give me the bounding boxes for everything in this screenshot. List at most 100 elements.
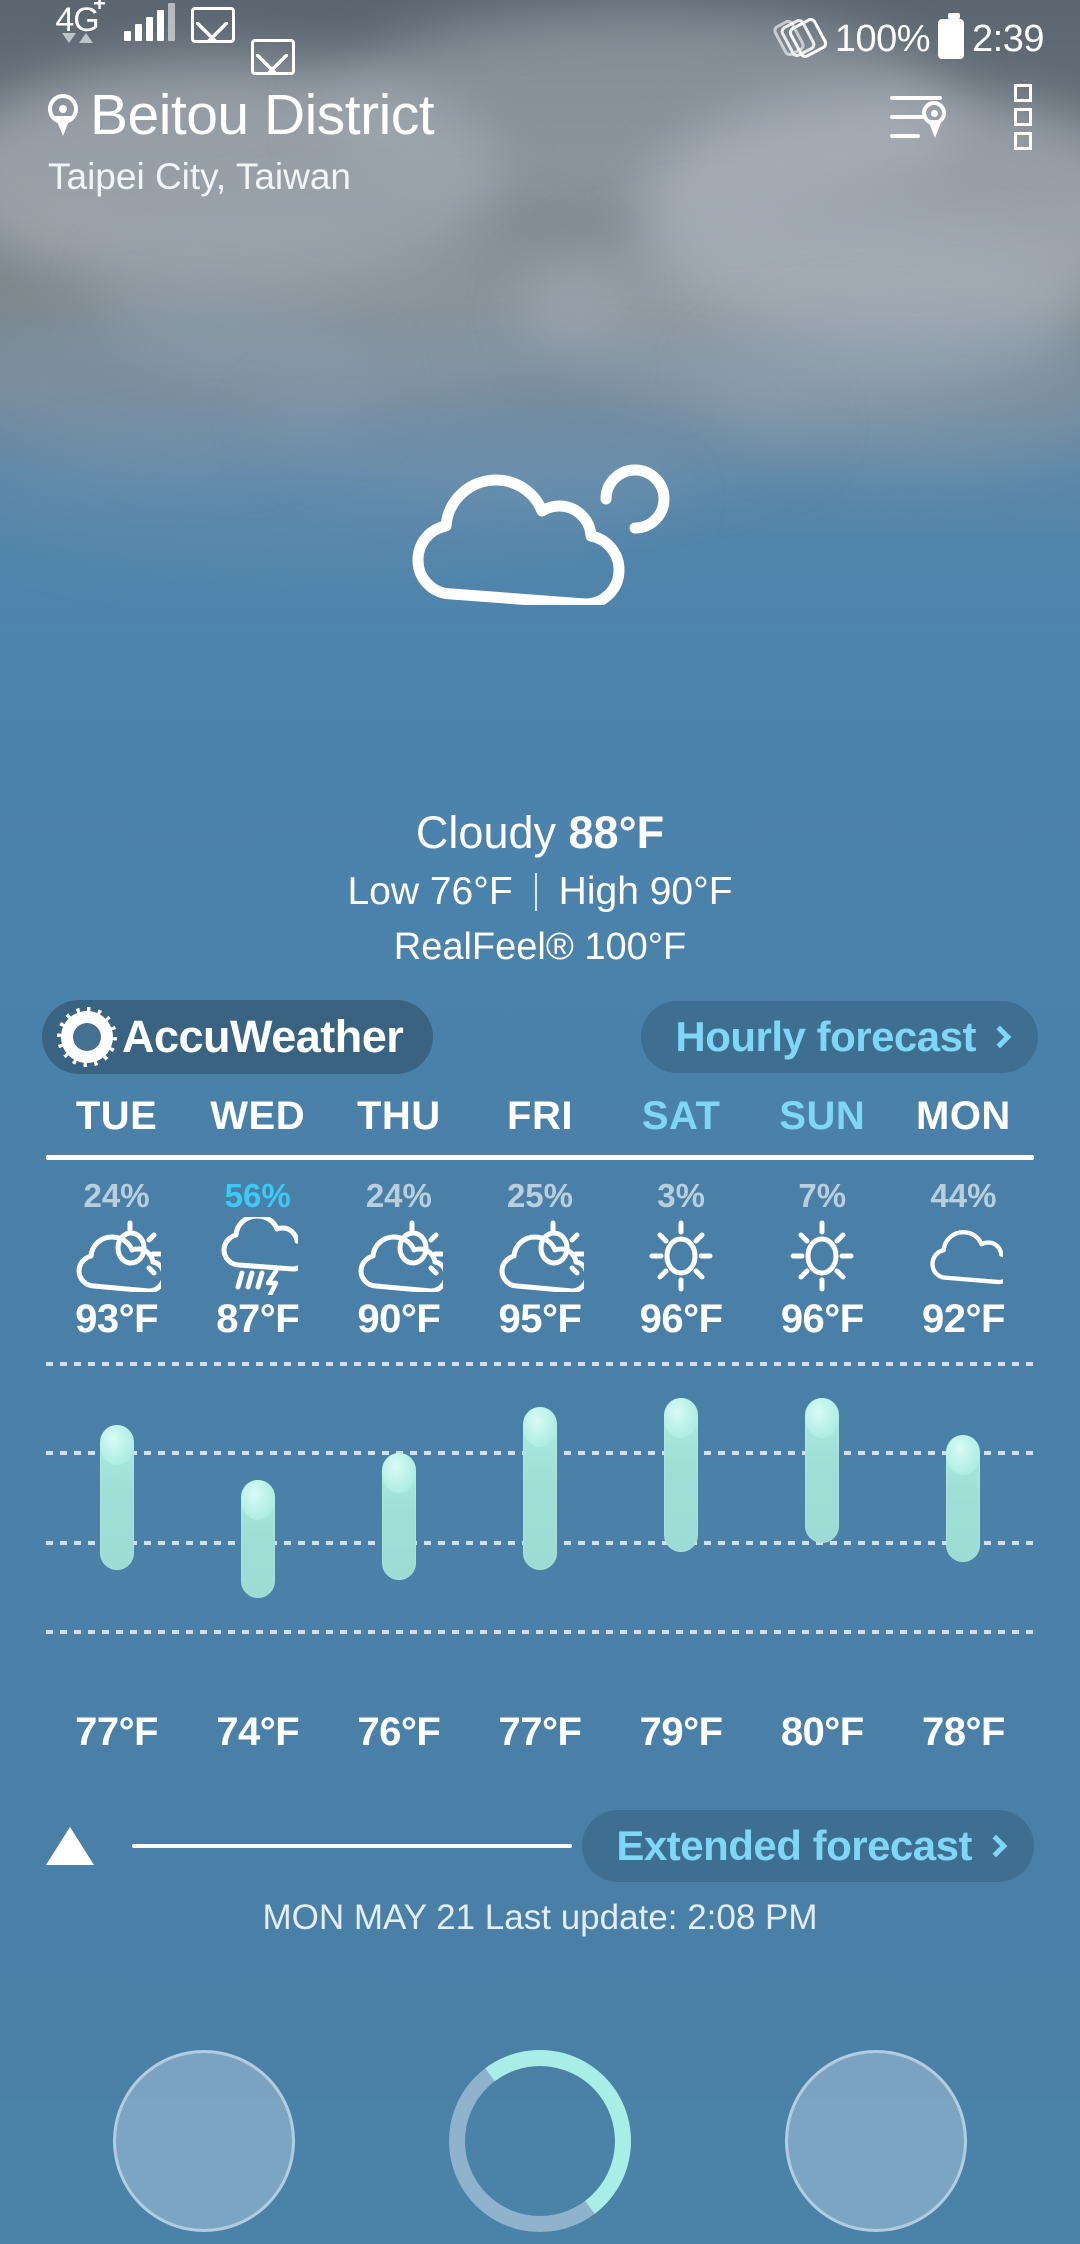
high-label: High 90°F xyxy=(558,870,733,913)
page-title: Beitou District xyxy=(90,83,435,147)
signal-bars-icon xyxy=(124,3,175,41)
seven-day-forecast[interactable]: TUE WED THU FRI SAT SUN MON 24% 56% 24% … xyxy=(0,1090,1080,1346)
day-labels-row: TUE WED THU FRI SAT SUN MON xyxy=(46,1090,1034,1142)
forecast-column[interactable]: WED xyxy=(187,1090,328,1142)
accuweather-attribution[interactable]: AccuWeather xyxy=(42,1000,434,1074)
picture-icon xyxy=(251,39,295,75)
forecast-column[interactable]: FRI xyxy=(469,1090,610,1142)
network-4g-icon: 4G + xyxy=(46,0,108,43)
extended-forecast-button[interactable]: Extended forecast xyxy=(582,1810,1034,1882)
cloudy-icon xyxy=(893,1222,1034,1290)
hourly-forecast-button[interactable]: Hourly forecast xyxy=(641,1001,1038,1073)
weather-icons-row xyxy=(46,1217,1034,1295)
forecast-column: 96°F xyxy=(611,1290,752,1346)
realfeel-label: RealFeel® 100°F xyxy=(393,926,687,968)
picture-icon xyxy=(191,7,235,43)
data-arrows-icon xyxy=(61,33,93,43)
forecast-column xyxy=(328,1220,469,1292)
precipitation-chance: 3% xyxy=(657,1177,705,1214)
forecast-column: 79°F xyxy=(611,1705,752,1759)
forecast-column: 80°F xyxy=(752,1705,893,1759)
forecast-column xyxy=(752,1220,893,1292)
cloudy-icon xyxy=(0,455,1080,605)
hourly-forecast-label: Hourly forecast xyxy=(675,1013,976,1060)
high-temperature: 90°F xyxy=(357,1297,441,1341)
status-clock: 2:39 xyxy=(972,17,1044,60)
forecast-column[interactable]: SUN xyxy=(752,1090,893,1142)
partly-cloudy-icon xyxy=(46,1220,187,1292)
high-temperature: 96°F xyxy=(639,1297,723,1341)
low-temperature: 77°F xyxy=(498,1710,582,1754)
forecast-column: 7% xyxy=(752,1160,893,1220)
forecast-column xyxy=(469,1220,610,1292)
low-temps-row: 77°F 74°F 76°F 77°F 79°F 80°F 78°F xyxy=(46,1705,1034,1759)
partly-cloudy-icon xyxy=(469,1220,610,1292)
extended-forecast-label: Extended forecast xyxy=(616,1822,972,1869)
temperature-range-bar xyxy=(664,1398,698,1552)
status-bar-left: 4G + xyxy=(0,0,295,75)
last-update-label: MON MAY 21 Last update: 2:08 PM xyxy=(262,1898,818,1937)
forecast-column: 44% xyxy=(893,1160,1034,1220)
widget-circle-right[interactable] xyxy=(785,2050,967,2232)
network-plus: + xyxy=(93,0,106,16)
forecast-column[interactable]: MON xyxy=(893,1090,1034,1142)
forecast-column: 74°F xyxy=(187,1705,328,1759)
location-pin-icon xyxy=(46,92,80,138)
high-temps-row: 93°F 87°F 90°F 95°F 96°F 96°F 92°F xyxy=(46,1290,1034,1346)
brand-row: AccuWeather Hourly forecast xyxy=(0,1000,1080,1074)
footer-divider xyxy=(132,1844,572,1848)
forecast-column: 25% xyxy=(469,1160,610,1220)
high-low-row: Low 76°F High 90°F xyxy=(0,867,1080,917)
mini-pin-icon xyxy=(922,101,950,141)
overflow-menu-icon[interactable] xyxy=(1014,84,1036,150)
current-conditions: Cloudy 88°F Low 76°F High 90°F RealFeel®… xyxy=(0,805,1080,971)
low-temperature: 80°F xyxy=(780,1710,864,1754)
collapse-triangle-icon[interactable] xyxy=(46,1827,94,1865)
forecast-column xyxy=(611,1220,752,1292)
day-label: SUN xyxy=(779,1094,866,1138)
temperature-range-bar xyxy=(100,1425,134,1570)
precipitation-chance: 24% xyxy=(83,1177,150,1214)
forecast-column: 87°F xyxy=(187,1290,328,1346)
temperature-range-bar xyxy=(805,1398,839,1543)
forecast-column: 95°F xyxy=(469,1290,610,1346)
low-temperature: 79°F xyxy=(639,1710,723,1754)
forecast-column: 78°F xyxy=(893,1705,1034,1759)
forecast-column: 93°F xyxy=(46,1290,187,1346)
day-label: WED xyxy=(210,1094,306,1138)
rain-thunder-icon xyxy=(187,1217,328,1295)
battery-percent: 100% xyxy=(834,17,931,60)
forecast-column: 96°F xyxy=(752,1290,893,1346)
forecast-column[interactable]: SAT xyxy=(611,1090,752,1142)
forecast-column xyxy=(46,1220,187,1292)
widget-progress-ring[interactable] xyxy=(437,2038,643,2244)
rotation-lock-icon xyxy=(771,15,830,61)
widget-circle-left[interactable] xyxy=(113,2050,295,2232)
precipitation-chance: 24% xyxy=(365,1177,432,1214)
temperature-range-bar xyxy=(382,1453,416,1580)
location-row: Beitou District xyxy=(0,80,1080,150)
chevron-right-icon xyxy=(988,1025,1012,1049)
footer-row: Extended forecast xyxy=(46,1810,1034,1882)
day-label: THU xyxy=(356,1094,441,1138)
high-temperature: 93°F xyxy=(75,1297,159,1341)
forecast-column: 77°F xyxy=(469,1705,610,1759)
temperature-range-bar xyxy=(241,1480,275,1598)
status-bar-right: 100% 2:39 xyxy=(771,13,1080,61)
bottom-widgets xyxy=(0,2038,1080,2244)
forecast-column[interactable]: TUE xyxy=(46,1090,187,1142)
sunny-icon xyxy=(611,1220,752,1292)
temperature-range-bar xyxy=(523,1407,557,1570)
forecast-column xyxy=(187,1217,328,1295)
forecast-column: 24% xyxy=(328,1160,469,1220)
chart-gridline xyxy=(46,1362,1034,1366)
day-label: TUE xyxy=(75,1094,158,1138)
chart-gridline xyxy=(46,1630,1034,1634)
forecast-column[interactable]: THU xyxy=(328,1090,469,1142)
locations-list-icon[interactable] xyxy=(890,91,948,143)
high-temperature: 92°F xyxy=(921,1297,1005,1341)
status-bar: 4G + 100% 2:39 xyxy=(0,0,1080,78)
temperature-range-chart xyxy=(46,1362,1034,1634)
forecast-column: 24% xyxy=(46,1160,187,1220)
accuweather-sun-icon xyxy=(57,1007,117,1067)
